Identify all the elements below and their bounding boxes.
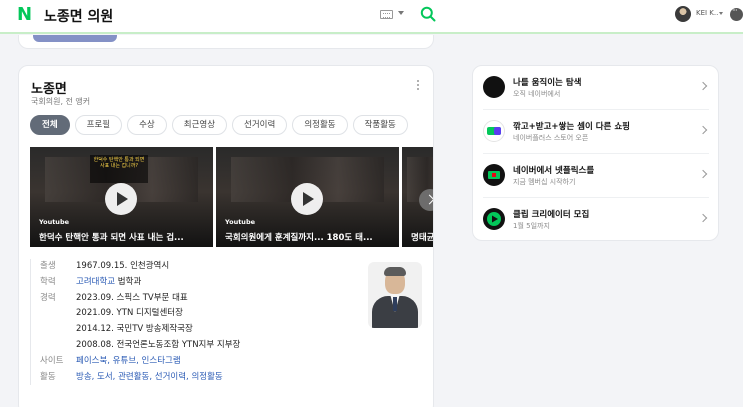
promo-item[interactable]: 나를 움직이는 탐색 오직 네이버에서 <box>483 68 711 108</box>
chevron-right-icon <box>698 169 708 179</box>
tab-awards[interactable]: 수상 <box>127 115 167 135</box>
play-icon[interactable] <box>105 183 137 215</box>
previous-card-chip[interactable] <box>33 35 117 42</box>
promo-title: 클립 크리에이터 모집 <box>513 210 590 220</box>
tab-recent-videos[interactable]: 최근영상 <box>171 115 228 135</box>
video-title[interactable]: 명태균 <box>411 231 433 243</box>
video-carousel: 한덕수 탄핵안 통과 되면 사표 내는 겁니까? Youtube 한덕수 탄핵안… <box>30 147 433 247</box>
tab-works[interactable]: 작품활동 <box>352 115 408 135</box>
notification-icon[interactable] <box>730 6 743 21</box>
avatar[interactable] <box>675 6 691 22</box>
naver-plus-store-icon <box>483 120 505 142</box>
info-label: 출생 <box>40 261 56 271</box>
user-name[interactable]: KEI K.. <box>696 9 718 17</box>
chevron-right-icon <box>698 125 708 135</box>
promo-desc: 지금 멤버십 시작하기 <box>513 178 576 186</box>
profile-subtitle: 국회의원, 전 앵커 <box>31 97 91 106</box>
promo-item[interactable]: 네이버에서 넷플릭스를 지금 멤버십 시작하기 <box>483 156 711 196</box>
education-detail: 법학과 <box>115 276 142 287</box>
promo-item[interactable]: 클립 크리에이터 모집 1월 5일까지 <box>483 200 711 240</box>
search-query-text[interactable]: 노종면 의원 <box>44 6 113 26</box>
info-row-activity: 활동 방송, 도서, 관련활동, 선거이력, 의정활동 <box>40 370 425 386</box>
career-item: 2021.09. YTN 디지털센터장 <box>76 308 183 319</box>
profile-tabs: 전체 프로필 수상 최근영상 선거이력 의정활동 작품활동 <box>30 115 408 135</box>
previous-card <box>18 35 434 49</box>
netflix-icon <box>483 164 505 186</box>
tab-legislative-activity[interactable]: 의정활동 <box>292 115 348 135</box>
thumbnail-caption: 한덕수 탄핵안 통과 되면 사표 내는 겁니까? <box>90 155 148 183</box>
video-title[interactable]: 한덕수 탄핵안 통과 되면 사표 내는 겁... <box>39 231 211 243</box>
promo-item[interactable]: 깎고+받고+쌓는 셈이 다른 쇼핑 네이버플러스 스토어 오픈 <box>483 112 711 152</box>
promo-title: 나를 움직이는 탐색 <box>513 78 582 88</box>
video-title[interactable]: 국회의원에게 훈계질까지... 180도 태... <box>225 231 397 243</box>
chevron-down-icon[interactable] <box>398 11 404 15</box>
promo-desc: 1월 5일까지 <box>513 222 550 230</box>
video-source: Youtube <box>39 218 69 226</box>
play-icon[interactable] <box>291 183 323 215</box>
video-card[interactable]: Youtube 국회의원에게 훈계질까지... 180도 태... <box>216 147 399 247</box>
search-icon[interactable] <box>420 6 436 22</box>
naver-logo[interactable]: N <box>17 6 35 24</box>
top-header: N 노종면 의원 KEI K.. <box>0 0 743 34</box>
chevron-right-icon <box>698 213 708 223</box>
tab-profile[interactable]: 프로필 <box>74 115 123 135</box>
promo-desc: 네이버플러스 스토어 오픈 <box>513 134 589 142</box>
video-card[interactable]: 한덕수 탄핵안 통과 되면 사표 내는 겁니까? Youtube 한덕수 탄핵안… <box>30 147 213 247</box>
chevron-down-icon[interactable] <box>719 12 723 15</box>
activity-links[interactable]: 방송, 도서, 관련활동, 선거이력, 의정활동 <box>76 370 223 386</box>
site-links[interactable]: 페이스북, 유튜브, 인스타그램 <box>76 354 181 370</box>
profile-name[interactable]: 노종면 <box>31 78 67 97</box>
info-label: 학력 <box>40 276 56 287</box>
info-row-career: 2014.12. 국민TV 방송제작국장 <box>40 322 425 338</box>
birth-value: 1967.09.15. 인천광역시 <box>76 261 170 271</box>
career-item: 2014.12. 국민TV 방송제작국장 <box>76 324 193 335</box>
career-item: 2008.08. 전국언론노동조합 YTN지부 지부장 <box>76 339 241 350</box>
profile-photo[interactable] <box>368 262 422 328</box>
carousel-next-button[interactable] <box>419 189 433 211</box>
keyboard-icon[interactable] <box>380 10 393 19</box>
education-link[interactable]: 고려대학교 <box>76 277 115 287</box>
promo-panel: 나를 움직이는 탐색 오직 네이버에서 깎고+받고+쌓는 셈이 다른 쇼핑 네이… <box>472 65 719 241</box>
info-label: 활동 <box>40 371 56 382</box>
info-label: 사이트 <box>40 355 64 366</box>
video-source: Youtube <box>225 218 255 226</box>
clip-play-icon <box>483 208 505 230</box>
info-label: 경력 <box>40 292 56 303</box>
promo-desc: 오직 네이버에서 <box>513 90 561 98</box>
career-item: 2023.09. 스픽스 TV부문 대표 <box>76 292 188 303</box>
naver-search-icon <box>483 76 505 98</box>
info-row-career: 2008.08. 전국언론노동조합 YTN지부 지부장 <box>40 338 425 354</box>
profile-card: 노종면 국회의원, 전 앵커 전체 프로필 수상 최근영상 선거이력 의정활동 … <box>18 65 434 407</box>
chevron-right-icon <box>698 81 708 91</box>
promo-title: 깎고+받고+쌓는 셈이 다른 쇼핑 <box>513 122 630 132</box>
profile-info: 출생 1967.09.15. 인천광역시 학력 고려대학교 법학과 경력 202… <box>30 259 425 386</box>
tab-election-history[interactable]: 선거이력 <box>232 115 288 135</box>
info-row-site: 사이트 페이스북, 유튜브, 인스타그램 <box>40 354 425 370</box>
more-options-icon[interactable] <box>416 80 420 92</box>
promo-title: 네이버에서 넷플릭스를 <box>513 166 595 176</box>
tab-all[interactable]: 전체 <box>30 115 70 135</box>
